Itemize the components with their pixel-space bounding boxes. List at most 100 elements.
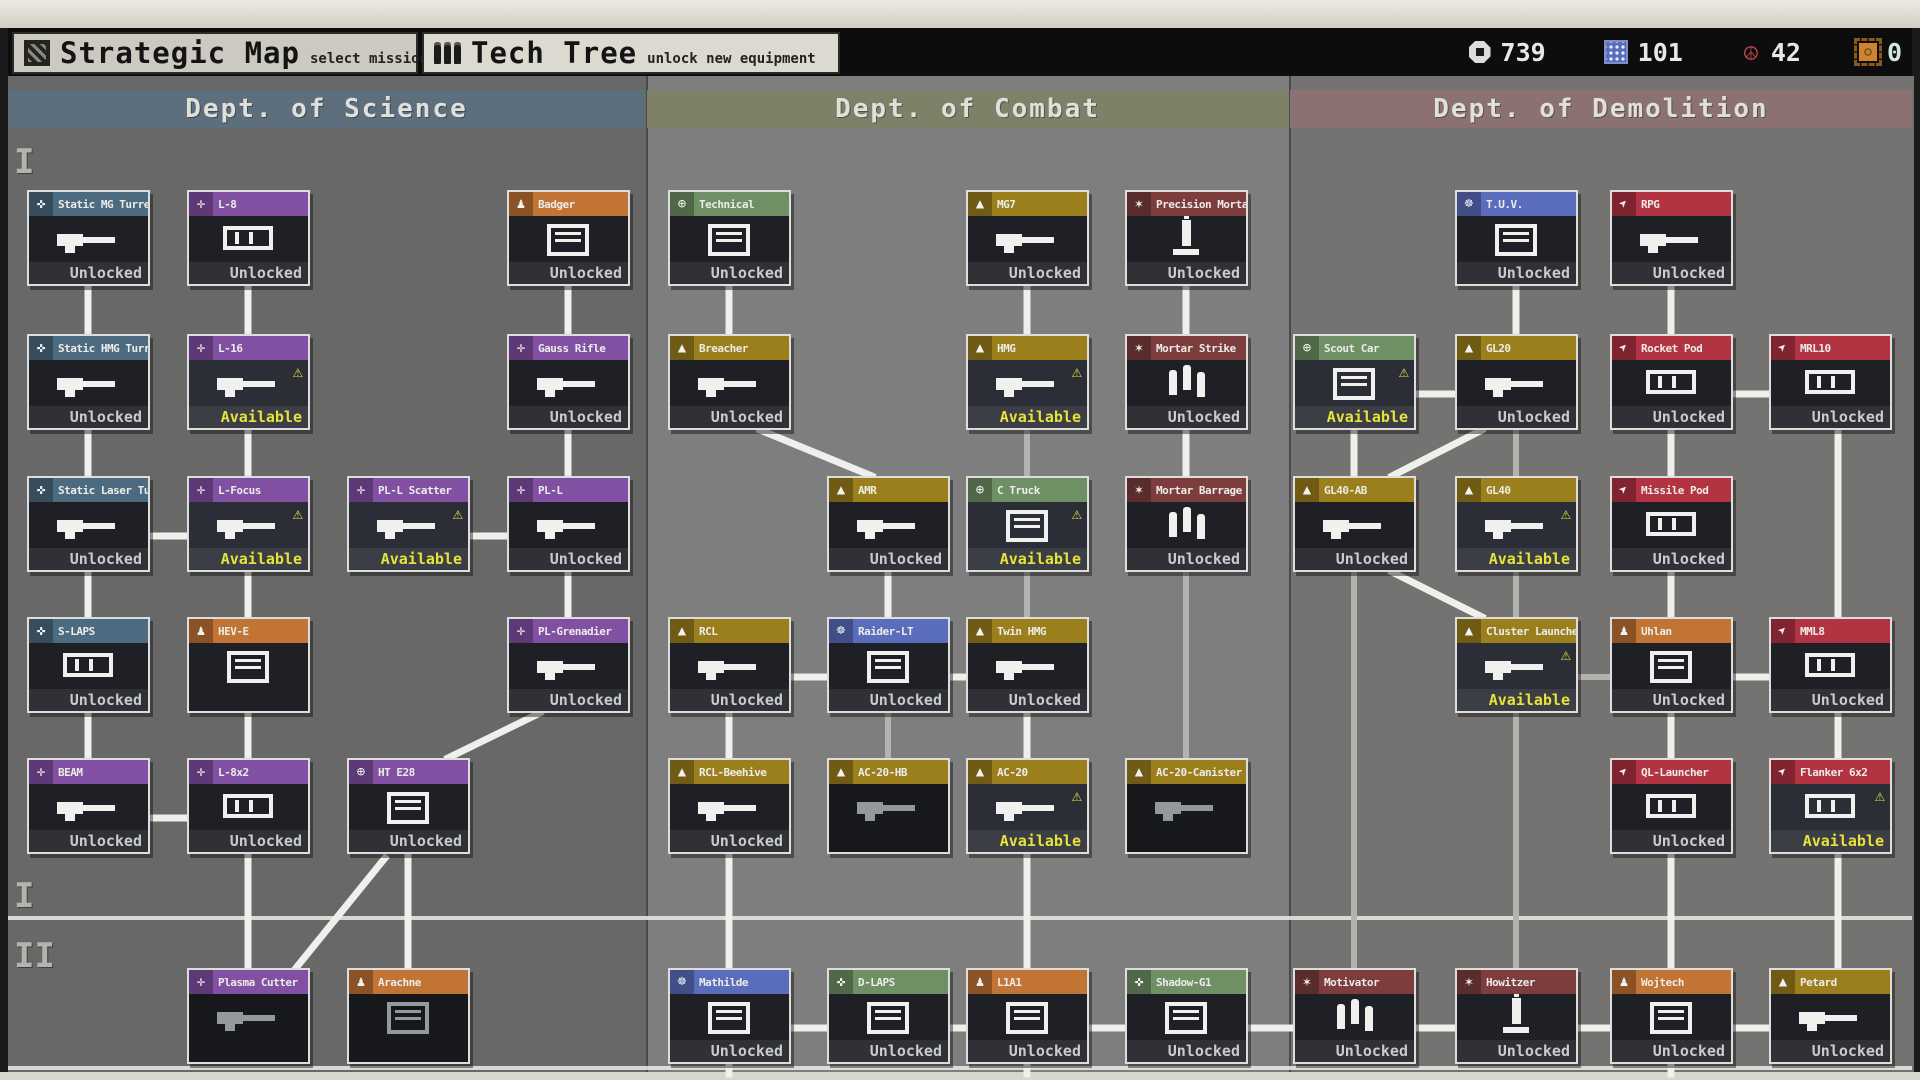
node-name: Uhlan [1636,619,1731,643]
tech-node-mml8[interactable]: ➤MML8Unlocked [1769,617,1892,713]
node-name: S-LAPS [53,619,148,643]
tech-node-breacher[interactable]: ▲BreacherUnlocked [668,334,791,430]
turret-icon: ✜ [29,619,53,643]
tech-node-pl-grenadier[interactable]: ✛PL-GrenadierUnlocked [507,617,630,713]
node-status-strip: Unlocked [670,262,789,284]
weapon-icon-gun [189,994,308,1062]
tech-node-rpg[interactable]: ➤RPGUnlocked [1610,190,1733,286]
node-status: Unlocked [70,550,142,568]
tech-node-ac-20-hb[interactable]: ▲AC-20-HB [827,758,950,854]
tech-node-amr[interactable]: ▲AMRUnlocked [827,476,950,572]
node-name: Rocket Pod [1636,336,1731,360]
tech-node-s-laps[interactable]: ✜S-LAPSUnlocked [27,617,150,713]
vehicle-icon: ♟ [509,192,533,216]
tech-node-mortar-strike[interactable]: ✶Mortar Strike Unlocked [1125,334,1248,430]
node-name: Arachne [373,970,468,994]
tech-node-wojtech[interactable]: ♟WojtechUnlocked [1610,968,1733,1064]
tech-node-c-truck[interactable]: ⊕C Truck⚠Available [966,476,1089,572]
tech-node-scout-car[interactable]: ⊕Scout Car⚠Available [1293,334,1416,430]
node-status: Available [1327,408,1408,426]
tech-node-uhlan[interactable]: ♟UhlanUnlocked [1610,617,1733,713]
tech-node-cluster-launcher[interactable]: ▲Cluster Launcher⚠Available [1455,617,1578,713]
node-status-strip: Unlocked [1127,548,1246,570]
tech-node-static-mg-turret[interactable]: ✜Static MG TurretUnlocked [27,190,150,286]
artillery-icon: ✶ [1127,336,1151,360]
tech-node-l-8x2[interactable]: ✛L-8x2Unlocked [187,758,310,854]
tech-node-gl40[interactable]: ▲GL40⚠Available [1455,476,1578,572]
tech-node-precision-mortar[interactable]: ✶Precision MortarUnlocked [1125,190,1248,286]
tech-node-rocket-pod[interactable]: ➤Rocket PodUnlocked [1610,334,1733,430]
weapon-icon-vehicle [189,643,308,711]
tech-node-shadow-g1[interactable]: ✜Shadow-G1Unlocked [1125,968,1248,1064]
tech-node-technical[interactable]: ⊕TechnicalUnlocked [668,190,791,286]
node-name: Howitzer [1481,970,1576,994]
tech-node-static-hmg-turret[interactable]: ✜Static HMG TurretUnlocked [27,334,150,430]
node-status-strip: Unlocked [670,830,789,852]
tech-node-arachne[interactable]: ♟Arachne [347,968,470,1064]
node-status-strip: Unlocked [29,830,148,852]
node-status-strip: Unlocked [29,262,148,284]
tech-node-twin-hmg[interactable]: ▲Twin HMGUnlocked [966,617,1089,713]
tech-node-gl40-ab[interactable]: ▲GL40-ABUnlocked [1293,476,1416,572]
node-status-strip: Available [1295,406,1414,428]
node-status: Available [1803,832,1884,850]
vehicle-icon: ♟ [189,619,213,643]
tech-node-missile-pod[interactable]: ➤Missile PodUnlocked [1610,476,1733,572]
node-name: L-Focus [213,478,308,502]
node-status: Unlocked [1168,1042,1240,1060]
tech-node-rcl-beehive[interactable]: ▲RCL-BeehiveUnlocked [668,758,791,854]
tech-node-hmg[interactable]: ▲HMG⚠Available [966,334,1089,430]
node-name: Gauss Rifle [533,336,628,360]
tech-node-t-u-v-[interactable]: ☸T.U.V.Unlocked [1455,190,1578,286]
node-name: Mortar Strike [1151,336,1246,360]
tech-node-raider-lt[interactable]: ☸Raider-LTUnlocked [827,617,950,713]
tech-node-rcl[interactable]: ▲RCLUnlocked [668,617,791,713]
tech-node-badger[interactable]: ♟BadgerUnlocked [507,190,630,286]
tech-node-ht-e28[interactable]: ⊕HT E28Unlocked [347,758,470,854]
node-name: L-8 [213,192,308,216]
node-name: RCL-Beehive [694,760,789,784]
tech-node-gl20[interactable]: ▲GL20Unlocked [1455,334,1578,430]
node-status-strip: Unlocked [829,548,948,570]
tech-node-ac-20[interactable]: ▲AC-20⚠Available [966,758,1089,854]
rocket-icon: ➤ [1612,336,1636,360]
tech-node-pl-l-scatter[interactable]: ✛PL-L Scatter⚠Available [347,476,470,572]
tech-node-ql-launcher[interactable]: ➤QL-LauncherUnlocked [1610,758,1733,854]
tech-node-d-laps[interactable]: ✜D-LAPSUnlocked [827,968,950,1064]
node-status: Unlocked [1653,832,1725,850]
tech-node-mg7[interactable]: ▲MG7Unlocked [966,190,1089,286]
energy-icon: ⊕ [349,760,373,784]
node-name: AC-20-HB [853,760,948,784]
tech-node-beam[interactable]: ✛BEAMUnlocked [27,758,150,854]
node-status: Unlocked [550,691,622,709]
node-status: Unlocked [1336,550,1408,568]
tech-node-l-focus[interactable]: ✛L-Focus⚠Available [187,476,310,572]
tech-node-flanker-6x2[interactable]: ➤Flanker 6x2⚠Available [1769,758,1892,854]
tech-node-l-16[interactable]: ✛L-16⚠Available [187,334,310,430]
rocket-icon: ➤ [1612,478,1636,502]
tech-node-petard[interactable]: ▲PetardUnlocked [1769,968,1892,1064]
node-status: Unlocked [870,1042,942,1060]
tech-node-motivator[interactable]: ✶MotivatorUnlocked [1293,968,1416,1064]
energy-icon: ✛ [189,336,213,360]
node-status: Unlocked [1168,550,1240,568]
support-icon: ✜ [1127,970,1151,994]
tech-node-pl-l[interactable]: ✛PL-LUnlocked [507,476,630,572]
tech-node-gauss-rifle[interactable]: ✛Gauss RifleUnlocked [507,334,630,430]
tech-node-mrl10[interactable]: ➤MRL10Unlocked [1769,334,1892,430]
node-name: HMG [992,336,1087,360]
tech-node-l1a1[interactable]: ♟L1A1Unlocked [966,968,1089,1064]
energy-icon: ✛ [29,760,53,784]
tech-node-howitzer[interactable]: ✶HowitzerUnlocked [1455,968,1578,1064]
tech-node-mortar-barrage[interactable]: ✶Mortar BarrageUnlocked [1125,476,1248,572]
node-name: RPG [1636,192,1731,216]
tech-node-static-laser-turret[interactable]: ✜Static Laser TurretUnlocked [27,476,150,572]
node-status-strip: Unlocked [1127,406,1246,428]
tech-node-ac-20-canister[interactable]: ▲AC-20-Canister [1125,758,1248,854]
node-name: GL20 [1481,336,1576,360]
node-name: AMR [853,478,948,502]
tech-node-mathilde[interactable]: ☸MathildeUnlocked [668,968,791,1064]
tech-node-hev-e[interactable]: ♟HEV-E [187,617,310,713]
tech-node-plasma-cutter[interactable]: ✛Plasma Cutter [187,968,310,1064]
tech-node-l-8[interactable]: ✛L-8Unlocked [187,190,310,286]
